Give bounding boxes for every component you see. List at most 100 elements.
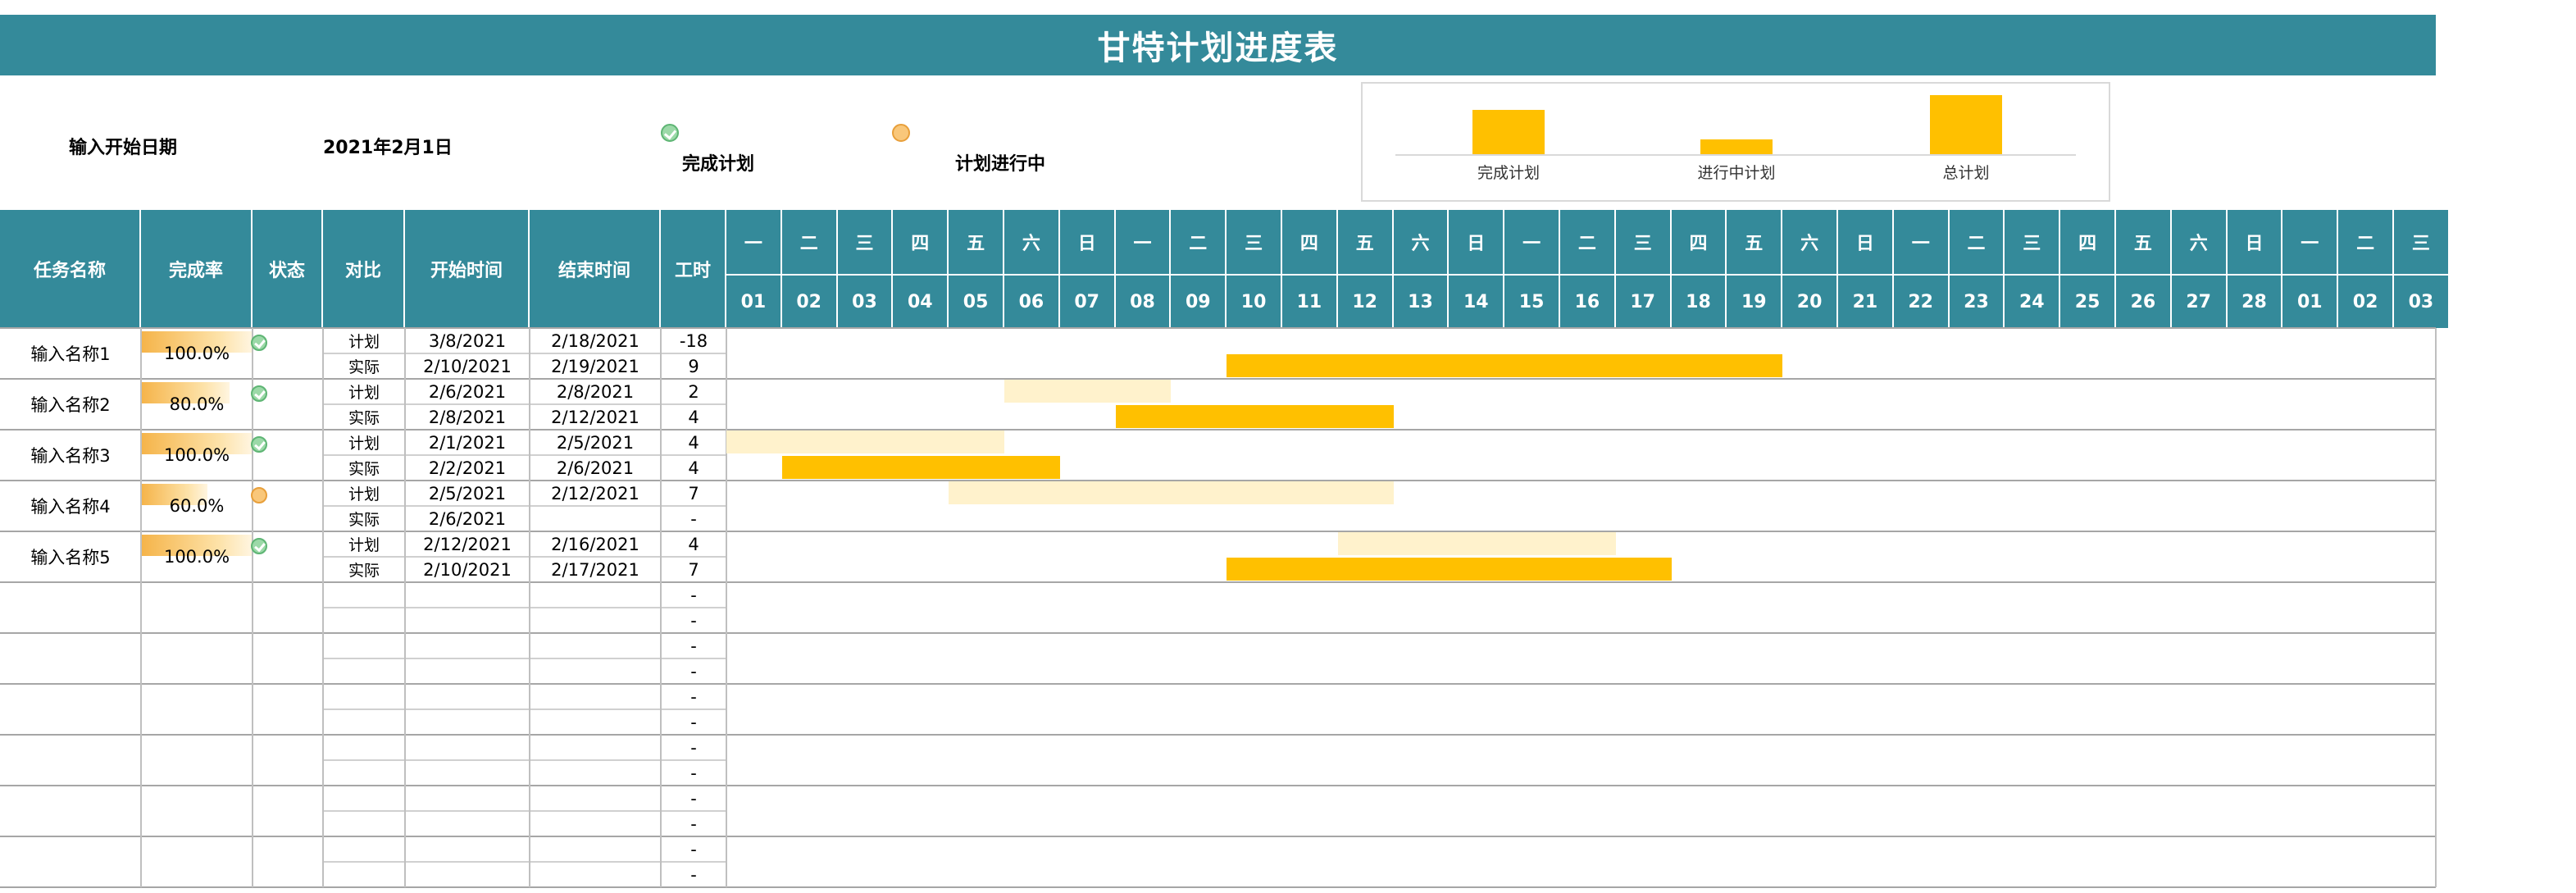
plan-hours-cell: 7: [688, 483, 699, 503]
actual-start-cell[interactable]: 2/6/2021: [405, 506, 530, 531]
completion-rate-cell[interactable]: 100.0%: [141, 328, 253, 379]
completion-rate-cell[interactable]: 100.0%: [141, 531, 253, 582]
hours-cell: -: [690, 636, 697, 656]
task-name-cell[interactable]: 输入名称3: [0, 430, 141, 481]
task-name-cell[interactable]: 输入名称5: [0, 531, 141, 582]
check-circle-icon: [251, 335, 267, 351]
completion-rate-cell[interactable]: 80.0%: [141, 379, 253, 430]
gantt-actual-bar: [781, 456, 1060, 479]
day-number-header: 02: [781, 276, 838, 328]
weekday-header: 日: [1059, 210, 1116, 276]
summary-bar: [1700, 139, 1773, 154]
day-number-header: 23: [1949, 276, 2005, 328]
actual-hours-cell: 9: [688, 356, 699, 376]
hours-cell: -: [690, 864, 697, 885]
day-number-header: 10: [1227, 276, 1282, 328]
summary-category-label: 完成计划: [1477, 164, 1540, 182]
day-number-header: 07: [1059, 276, 1116, 328]
day-number-header: 12: [1337, 276, 1394, 328]
column-header-end[interactable]: 结束时间: [530, 210, 661, 328]
weekday-header: 二: [781, 210, 838, 276]
actual-start-cell[interactable]: 2/10/2021: [405, 557, 530, 582]
row-gridline: [0, 886, 2436, 888]
summary-chart: 完成计划 进行中计划 总计划: [1361, 82, 2110, 202]
plan-label-cell: 计划: [348, 536, 380, 554]
actual-end-cell[interactable]: 2/17/2021: [530, 557, 661, 582]
legend-progress-label: 计划进行中: [955, 154, 1046, 175]
weekday-header: 日: [1838, 210, 1894, 276]
plan-end-cell[interactable]: 2/5/2021: [530, 430, 661, 455]
actual-start-cell[interactable]: 2/2/2021: [405, 455, 530, 481]
plan-start-cell[interactable]: 2/1/2021: [405, 430, 530, 455]
day-number-header: 16: [1560, 276, 1616, 328]
gantt-actual-bar: [1227, 558, 1672, 581]
gantt-plan-bar: [726, 431, 1004, 453]
actual-label-cell: 实际: [348, 562, 380, 580]
column-header-compare[interactable]: 对比: [323, 210, 405, 328]
plan-start-cell[interactable]: 2/6/2021: [405, 379, 530, 404]
day-number-header: 08: [1115, 276, 1172, 328]
column-header-task[interactable]: 任务名称: [0, 210, 141, 328]
hours-cell: -: [690, 585, 697, 605]
actual-hours-cell: 4: [688, 458, 699, 478]
task-name-cell[interactable]: 输入名称4: [0, 481, 141, 531]
completion-rate-cell[interactable]: 100.0%: [141, 430, 253, 481]
row-gridline: [0, 632, 2436, 634]
plan-start-cell[interactable]: 3/8/2021: [405, 328, 530, 353]
plan-start-cell[interactable]: 2/12/2021: [405, 531, 530, 557]
day-number-header: 27: [2171, 276, 2228, 328]
hours-cell: -: [690, 839, 697, 859]
weekday-header: 六: [1393, 210, 1450, 276]
column-header-hours[interactable]: 工时: [661, 210, 726, 328]
weekday-header: 三: [1615, 210, 1672, 276]
column-header-start[interactable]: 开始时间: [405, 210, 530, 328]
weekday-header: 二: [1171, 210, 1227, 276]
day-number-header: 24: [2005, 276, 2061, 328]
weekday-header: 五: [2116, 210, 2172, 276]
start-date-value[interactable]: 2021年2月1日: [323, 133, 453, 159]
day-number-header: 13: [1393, 276, 1450, 328]
plan-end-cell[interactable]: 2/12/2021: [530, 481, 661, 506]
weekday-header: 三: [2005, 210, 2061, 276]
day-number-header: 18: [1671, 276, 1727, 328]
plan-end-cell[interactable]: 2/8/2021: [530, 379, 661, 404]
hours-cell: -: [690, 737, 697, 758]
plan-hours-cell: 4: [688, 432, 699, 453]
plan-end-cell[interactable]: 2/16/2021: [530, 531, 661, 557]
actual-start-cell[interactable]: 2/10/2021: [405, 353, 530, 379]
row-gridline: [0, 683, 2436, 685]
actual-label-cell: 实际: [348, 511, 380, 529]
summary-category-label: 总计划: [1942, 164, 1990, 182]
row-gridline: [0, 785, 2436, 786]
task-name-cell[interactable]: 输入名称2: [0, 379, 141, 430]
day-number-header: 21: [1838, 276, 1894, 328]
orange-circle-icon: [251, 487, 267, 503]
gantt-actual-bar: [1115, 405, 1394, 428]
weekday-header: 二: [2338, 210, 2394, 276]
day-number-header: 03: [2394, 276, 2450, 328]
column-gridline: [2435, 328, 2437, 887]
plan-label-cell: 计划: [348, 384, 380, 402]
hours-cell: -: [690, 686, 697, 707]
row-gridline: [0, 734, 2436, 736]
actual-start-cell[interactable]: 2/8/2021: [405, 404, 530, 430]
day-number-header: 28: [2227, 276, 2283, 328]
day-number-header: 06: [1004, 276, 1060, 328]
weekday-header: 一: [726, 210, 782, 276]
task-name-cell[interactable]: 输入名称1: [0, 328, 141, 379]
column-header-status[interactable]: 状态: [253, 210, 323, 328]
actual-label-cell: 实际: [348, 460, 380, 478]
weekday-header: 一: [1504, 210, 1560, 276]
plan-start-cell[interactable]: 2/5/2021: [405, 481, 530, 506]
actual-end-cell[interactable]: [530, 506, 661, 531]
actual-end-cell[interactable]: 2/12/2021: [530, 404, 661, 430]
plan-end-cell[interactable]: 2/18/2021: [530, 328, 661, 353]
day-number-header: 15: [1504, 276, 1560, 328]
actual-end-cell[interactable]: 2/6/2021: [530, 455, 661, 481]
weekday-header: 二: [1949, 210, 2005, 276]
day-number-header: 20: [1782, 276, 1838, 328]
column-header-rate[interactable]: 完成率: [141, 210, 253, 328]
completion-rate-cell[interactable]: 60.0%: [141, 481, 253, 531]
actual-end-cell[interactable]: 2/19/2021: [530, 353, 661, 379]
weekday-header: 日: [2227, 210, 2283, 276]
